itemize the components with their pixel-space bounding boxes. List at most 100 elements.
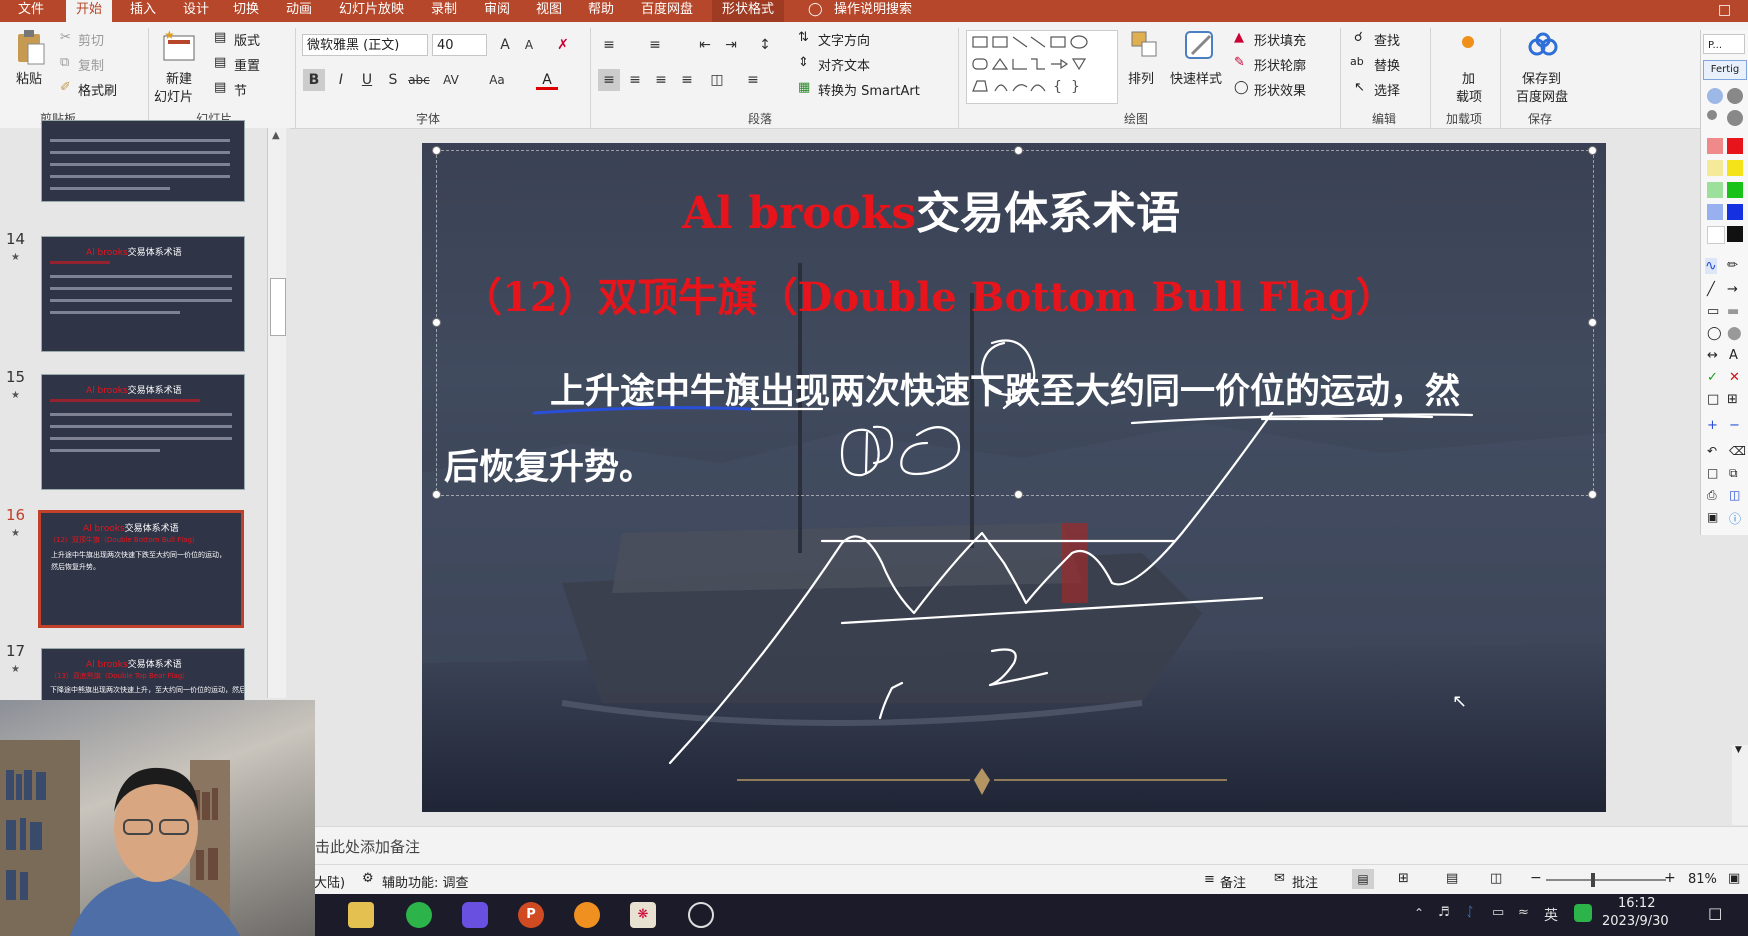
zoom-slider[interactable]: [1546, 873, 1666, 887]
clock-date[interactable]: 2023/9/30: [1602, 914, 1669, 929]
notification-icon[interactable]: □: [1708, 904, 1722, 922]
numbering-icon[interactable]: ≡: [644, 34, 666, 56]
tab-baidu[interactable]: 百度网盘: [641, 0, 693, 22]
addins-button[interactable]: 加: [1462, 68, 1475, 87]
color-swatch-light-green[interactable]: [1707, 182, 1723, 198]
dot-xl-swatch[interactable]: [1727, 110, 1743, 126]
arrange-icon[interactable]: [1128, 28, 1162, 60]
thumbnail-scrollbar[interactable]: ▲: [267, 128, 286, 698]
wifi-icon[interactable]: ≈: [1518, 905, 1529, 920]
fertig-button[interactable]: Fertig: [1703, 60, 1747, 80]
change-case-button[interactable]: Aa: [486, 69, 508, 91]
shadow-button[interactable]: S: [382, 69, 404, 91]
slide-vertical-scrollbar[interactable]: ▼: [1732, 745, 1748, 825]
filled-rectangle-icon[interactable]: ▬: [1727, 304, 1739, 319]
tab-slideshow[interactable]: 幻灯片放映: [339, 0, 404, 22]
quick-styles-button[interactable]: 快速样式: [1170, 68, 1222, 87]
shape-outline-button[interactable]: 形状轮廓: [1254, 55, 1306, 74]
bold-button[interactable]: B: [303, 69, 325, 91]
undo-icon[interactable]: ↶: [1707, 444, 1717, 458]
arrow-tool-icon[interactable]: →: [1727, 282, 1738, 297]
color-swatch-yellow[interactable]: [1727, 160, 1743, 176]
panel-search-input[interactable]: P...: [1703, 34, 1745, 54]
scroll-down-icon[interactable]: ▼: [1735, 745, 1742, 755]
increase-font-icon[interactable]: A: [494, 34, 516, 56]
volume-icon[interactable]: ♬: [1438, 905, 1450, 920]
section-button[interactable]: 节: [234, 80, 247, 99]
line-tool-icon[interactable]: ╱: [1707, 282, 1715, 297]
ellipse-tool-icon[interactable]: ◯: [1707, 326, 1722, 341]
save-to-baidu-button[interactable]: 保存到: [1522, 68, 1561, 87]
scrollbar-thumb[interactable]: [270, 278, 286, 336]
new-slide-button-line2[interactable]: 幻灯片: [154, 86, 193, 105]
new-slide-button[interactable]: 新建: [166, 68, 192, 87]
color-swatch-white[interactable]: [1707, 226, 1725, 244]
filled-ellipse-icon[interactable]: ⬤: [1727, 326, 1742, 341]
scroll-up-icon[interactable]: ▲: [272, 130, 280, 141]
justify-button[interactable]: ≡: [676, 69, 698, 91]
save-to-baidu-button-line2[interactable]: 百度网盘: [1516, 86, 1568, 105]
accessibility-status[interactable]: 辅助功能: 调查: [382, 872, 469, 891]
strikethrough-button[interactable]: abc: [408, 69, 430, 91]
layout-button[interactable]: 版式: [234, 30, 260, 49]
color-swatch-blue[interactable]: [1727, 204, 1743, 220]
tray-chevron-icon[interactable]: ⌃: [1414, 906, 1424, 920]
print-icon[interactable]: ⎙: [1707, 488, 1717, 503]
tab-design[interactable]: 设计: [183, 0, 209, 22]
increase-indent-icon[interactable]: ⇥: [720, 34, 742, 56]
font-color-button[interactable]: A: [536, 69, 558, 90]
line-spacing-icon[interactable]: ↕: [754, 34, 776, 56]
info-icon[interactable]: ⓘ: [1729, 510, 1741, 527]
slide-thumbnail-14[interactable]: Al brooks交易体系术语: [41, 236, 245, 352]
dictionary-app-icon[interactable]: ❋: [630, 902, 656, 928]
zoom-out-button[interactable]: −: [1530, 870, 1542, 886]
replace-button[interactable]: 替换: [1374, 55, 1400, 74]
decrease-indent-icon[interactable]: ⇤: [694, 34, 716, 56]
eraser-icon[interactable]: ✏: [1727, 258, 1738, 273]
browser-app-icon[interactable]: [406, 902, 432, 928]
clock-time[interactable]: 16:12: [1618, 896, 1655, 911]
color-swatch-pink[interactable]: [1707, 138, 1723, 154]
ime-indicator[interactable]: 英: [1544, 905, 1558, 925]
screen-icon[interactable]: ▣: [1707, 510, 1718, 524]
dot-small-swatch[interactable]: [1707, 88, 1723, 104]
double-arrow-icon[interactable]: ↔: [1707, 348, 1718, 363]
zoom-slider-thumb[interactable]: [1591, 873, 1595, 887]
comments-button[interactable]: 批注: [1292, 872, 1318, 891]
tab-animations[interactable]: 动画: [286, 0, 312, 22]
tab-transitions[interactable]: 切换: [233, 0, 259, 22]
notes-pane[interactable]: 单击此处添加备注: [290, 826, 1748, 865]
font-name-select[interactable]: 微软雅黑 (正文): [302, 34, 428, 56]
dot-medium-swatch[interactable]: [1707, 110, 1717, 120]
cut-button[interactable]: 剪切: [78, 30, 104, 49]
underline-button[interactable]: U: [356, 69, 378, 91]
powerpoint-app-icon[interactable]: P: [518, 902, 544, 928]
decrease-font-icon[interactable]: A: [518, 34, 540, 56]
fit-slide-icon[interactable]: ▣: [1728, 871, 1740, 886]
bluetooth-icon[interactable]: ᛇ: [1466, 905, 1474, 920]
tab-file[interactable]: 文件: [18, 0, 44, 22]
distribute-icon[interactable]: ≡: [742, 69, 764, 91]
dot-large-swatch[interactable]: [1727, 88, 1743, 104]
normal-view-icon[interactable]: ▤: [1352, 869, 1374, 889]
battery-icon[interactable]: ▭: [1492, 905, 1504, 920]
slideshow-view-icon[interactable]: ◫: [1490, 871, 1502, 886]
select-button[interactable]: 选择: [1374, 80, 1400, 99]
format-painter-button[interactable]: 格式刷: [78, 80, 117, 99]
tab-review[interactable]: 审阅: [484, 0, 510, 22]
trash-icon[interactable]: ⌫: [1729, 444, 1746, 458]
align-text-button[interactable]: 对齐文本: [818, 55, 870, 74]
addins-button-line2[interactable]: 载项: [1456, 86, 1482, 105]
color-swatch-light-blue[interactable]: [1707, 204, 1723, 220]
slide-thumbnail-15[interactable]: Al brooks交易体系术语: [41, 374, 245, 490]
notes-placeholder[interactable]: 单击此处添加备注: [300, 836, 420, 857]
reset-button[interactable]: 重置: [234, 55, 260, 74]
color-swatch-red[interactable]: [1727, 138, 1743, 154]
zoom-out-icon[interactable]: −: [1729, 418, 1740, 433]
slide-canvas[interactable]: Al brooks交易体系术语 （12）双顶牛旗（Double Bottom B…: [422, 143, 1606, 812]
tab-insert[interactable]: 插入: [130, 0, 156, 22]
crop-icon[interactable]: □: [1707, 392, 1719, 407]
color-swatch-light-yellow[interactable]: [1707, 160, 1723, 176]
text-tool-icon[interactable]: A: [1729, 348, 1738, 363]
rectangle-tool-icon[interactable]: ▭: [1707, 304, 1719, 319]
